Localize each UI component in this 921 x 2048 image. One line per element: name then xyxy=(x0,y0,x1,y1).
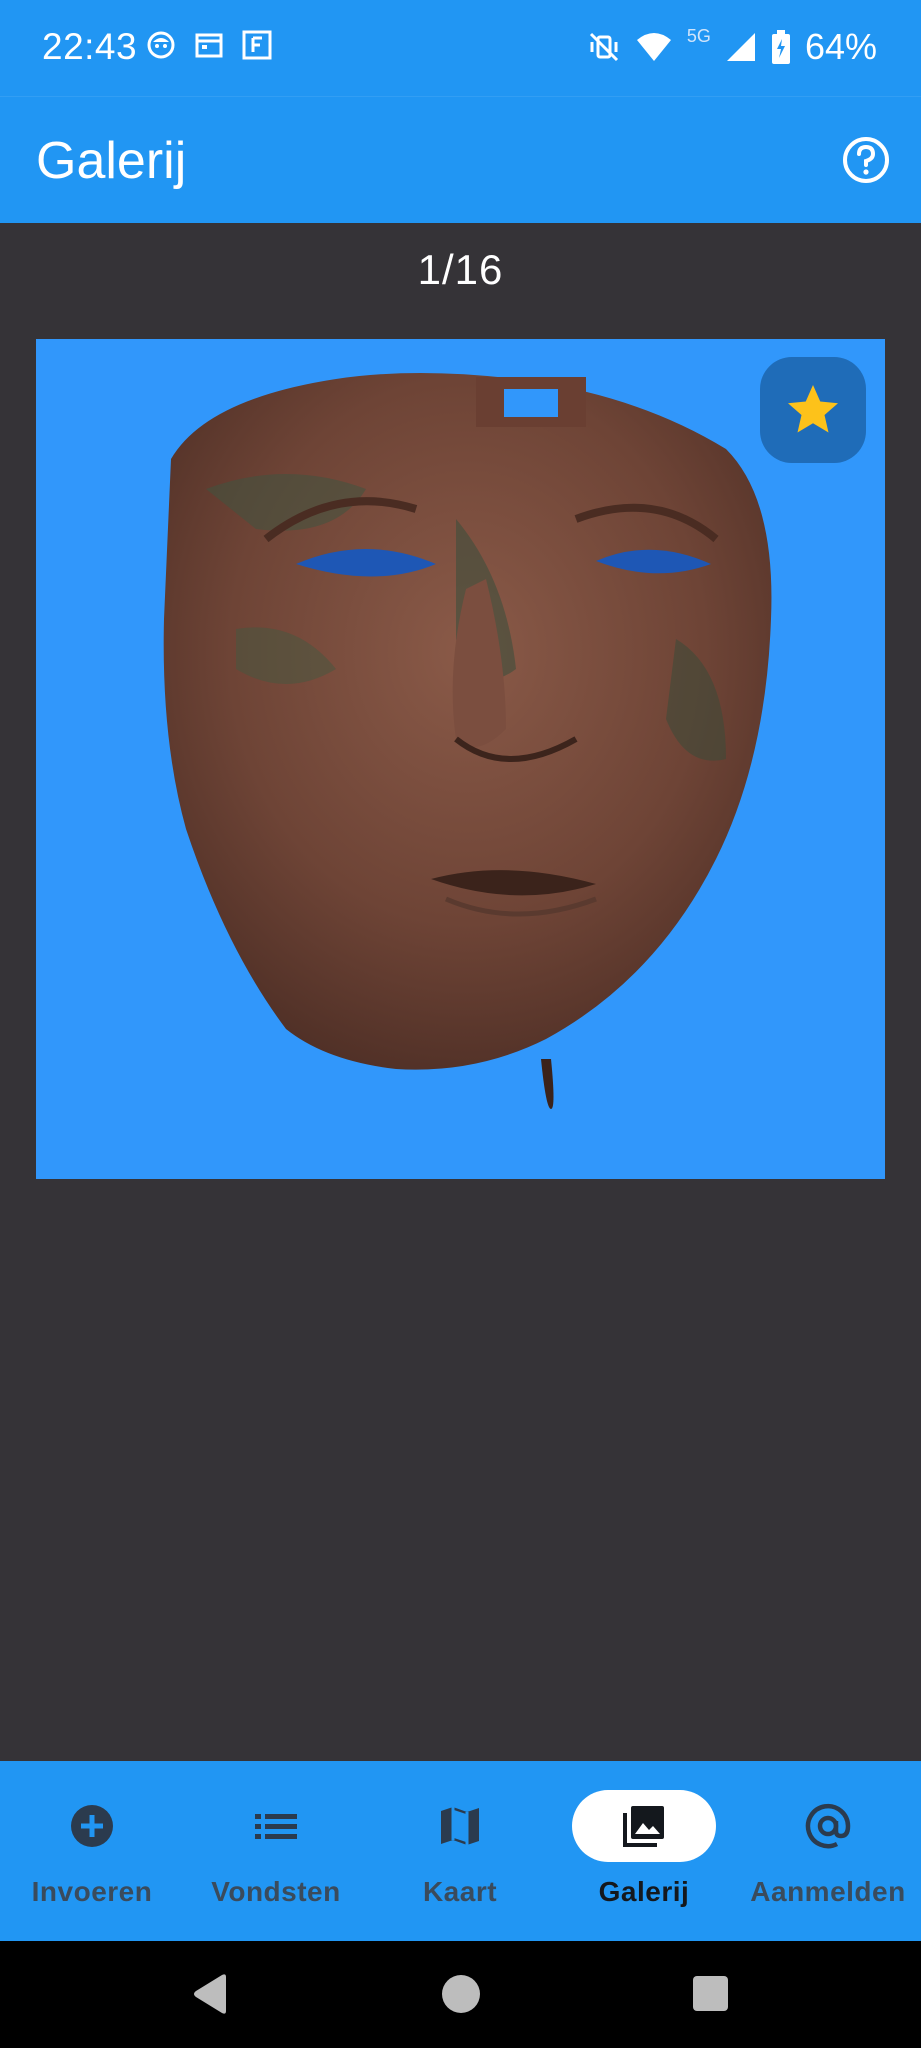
bottom-navigation: Invoeren Vondsten Kaart Galerij Aanmelde… xyxy=(0,1761,921,1941)
nav-icon-container xyxy=(756,1790,900,1862)
nav-icon-container xyxy=(204,1790,348,1862)
battery-level: 64% xyxy=(804,26,877,67)
star-icon xyxy=(788,385,838,433)
help-icon[interactable] xyxy=(841,135,891,185)
at-sign-icon xyxy=(805,1803,851,1849)
photo-library-icon xyxy=(623,1806,664,1847)
nav-icon-container xyxy=(572,1790,716,1862)
nav-icon-container xyxy=(388,1790,532,1862)
nav-item-kaart[interactable]: Kaart xyxy=(368,1761,552,1941)
gallery-image[interactable] xyxy=(36,339,885,1179)
image-counter: 1/16 xyxy=(417,246,504,293)
bronze-mask-image xyxy=(163,373,772,1109)
nav-item-aanmelden[interactable]: Aanmelden xyxy=(736,1761,920,1941)
nav-item-vondsten[interactable]: Vondsten xyxy=(184,1761,368,1941)
battery-charging-icon xyxy=(771,30,790,64)
f-app-notification-icon xyxy=(242,30,272,60)
map-icon xyxy=(441,1807,479,1845)
nav-icon-container xyxy=(20,1790,164,1862)
nav-item-invoeren[interactable]: Invoeren xyxy=(0,1761,184,1941)
vibrate-off-icon xyxy=(589,32,618,62)
status-time: 22:43 xyxy=(42,26,138,67)
wifi-icon xyxy=(636,33,671,61)
favorite-button[interactable] xyxy=(760,357,866,463)
recents-icon[interactable] xyxy=(693,1976,728,2011)
list-icon xyxy=(255,1814,297,1839)
nav-label: Aanmelden xyxy=(750,1876,906,1907)
status-right: 5G 64% xyxy=(587,26,877,68)
notification-icons xyxy=(146,30,272,60)
home-icon[interactable] xyxy=(441,1974,481,2014)
calendar-notification-icon xyxy=(195,33,223,58)
network-type: 5G xyxy=(686,26,711,46)
smiley-notification-icon xyxy=(147,31,175,59)
back-icon[interactable] xyxy=(190,1973,230,2015)
nav-item-galerij[interactable]: Galerij xyxy=(552,1761,736,1941)
signal-icon xyxy=(726,33,755,61)
status-bar: 22:43 5G 64% xyxy=(0,0,921,96)
app-bar: Galerij xyxy=(0,96,921,223)
system-navigation-bar xyxy=(0,1941,921,2048)
add-circle-icon xyxy=(71,1805,113,1847)
page-title: Galerij xyxy=(36,132,187,190)
